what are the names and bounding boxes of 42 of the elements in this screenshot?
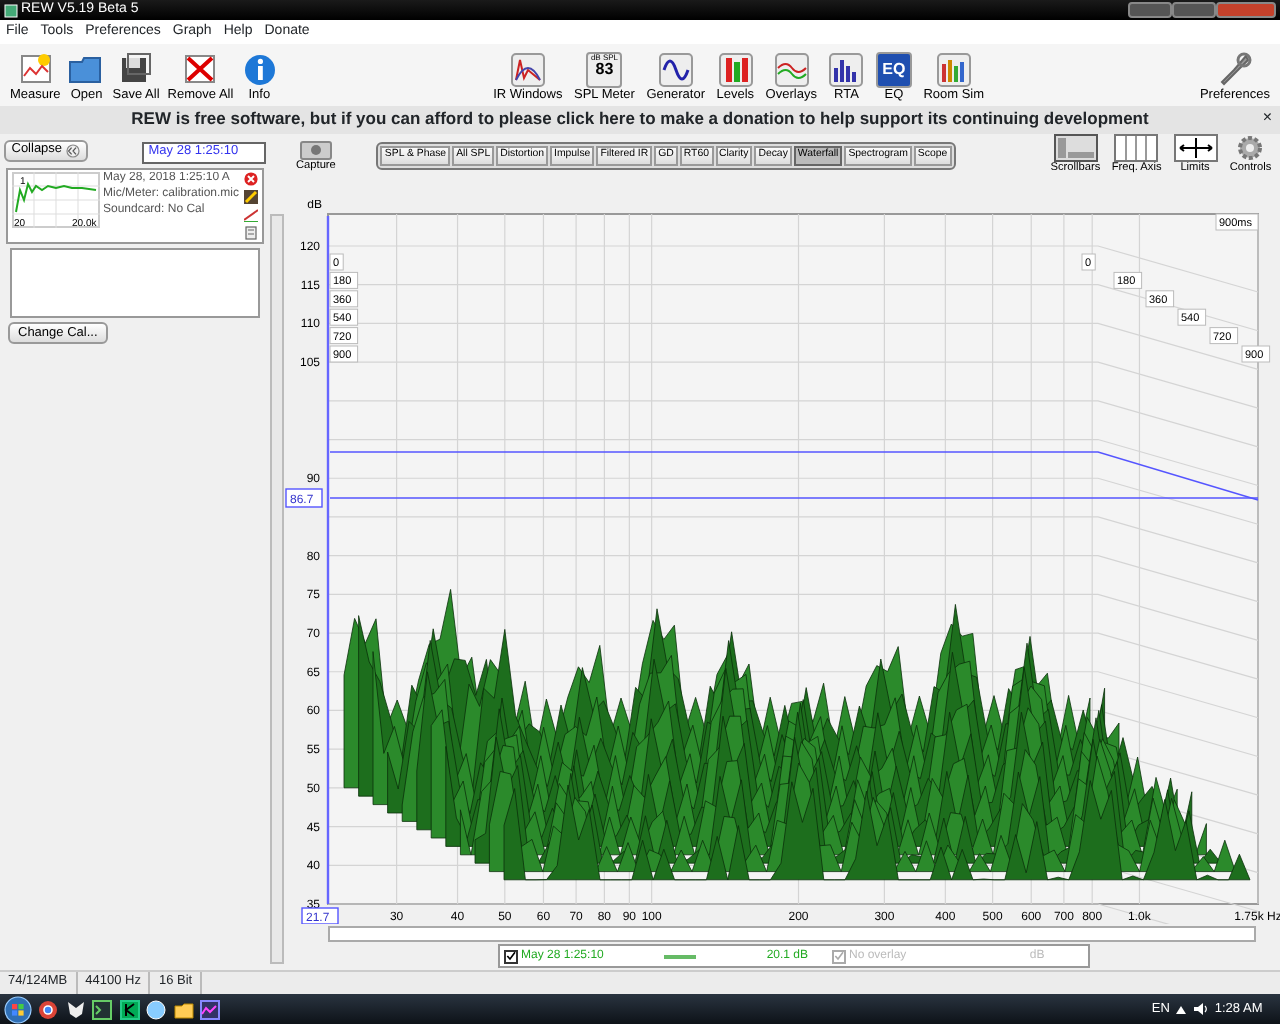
spectrum-bars-icon <box>828 51 865 88</box>
donation-link[interactable]: click here <box>556 108 635 129</box>
level-bars-icon <box>717 51 754 88</box>
speaker-icon[interactable] <box>1193 1002 1208 1016</box>
remove-icon[interactable] <box>244 172 259 187</box>
close-button[interactable] <box>1216 2 1277 18</box>
taskbar-fox-head-icon[interactable] <box>65 999 86 1019</box>
taskbar-k-tile-icon[interactable] <box>119 999 140 1019</box>
close-button[interactable]: × <box>1262 108 1272 127</box>
minimize-button[interactable] <box>1128 2 1173 18</box>
chevrons-icon <box>65 143 80 158</box>
start-button[interactable] <box>3 995 32 1023</box>
overlay-curves-icon <box>773 51 810 88</box>
pencil-icon[interactable] <box>244 190 259 204</box>
notes-field[interactable] <box>10 248 260 319</box>
info-icon <box>241 51 278 88</box>
taskbar-globe-icon[interactable] <box>146 999 167 1019</box>
folder-icon <box>68 51 105 88</box>
eq-logo: EQ <box>875 51 912 88</box>
room-bars-icon <box>935 51 972 88</box>
vertical-scrollbar[interactable] <box>270 214 284 964</box>
notes-icon[interactable] <box>244 225 259 239</box>
taskbar-graph-window-icon[interactable] <box>200 999 221 1019</box>
slope-icon[interactable] <box>244 207 259 222</box>
trace-line-icon <box>664 953 697 959</box>
impulse-window-icon <box>509 51 546 88</box>
up-arrow-icon[interactable] <box>1176 1005 1187 1013</box>
meter-reading: 83 <box>595 62 614 79</box>
taskbar-terminal-icon[interactable] <box>92 999 113 1019</box>
wrench-icon <box>1216 51 1253 88</box>
taskbar-circle-logo-icon[interactable] <box>38 999 59 1019</box>
camera-icon <box>299 137 332 160</box>
checkbox[interactable] <box>503 949 518 963</box>
remove-graph-icon <box>182 51 219 88</box>
vertical-lines-icon <box>1114 134 1159 162</box>
donation-message: REW is free software, but if you can afford to please click here to make a donation to help support its continuing development <box>131 110 1149 130</box>
graph-sun-icon <box>17 51 54 88</box>
disks-icon <box>118 51 155 88</box>
sine-wave-icon <box>657 51 694 88</box>
cross-arrows-icon <box>1173 134 1217 162</box>
maximize-button[interactable] <box>1172 2 1217 18</box>
taskbar-folder-icon[interactable] <box>173 999 194 1019</box>
